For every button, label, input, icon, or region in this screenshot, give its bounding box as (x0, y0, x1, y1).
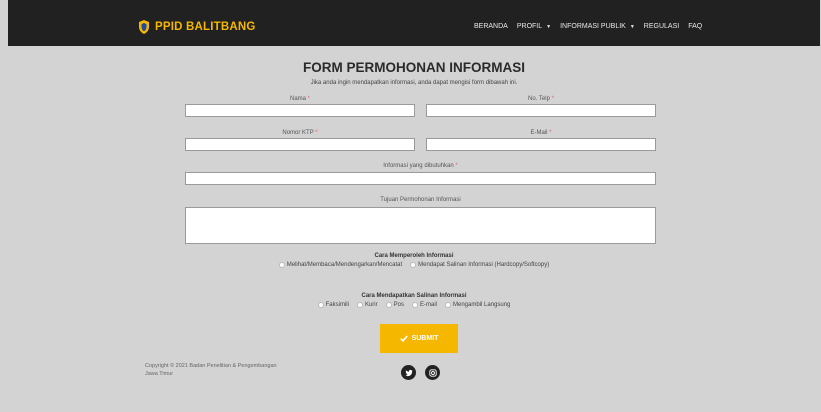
required-mark: * (549, 130, 552, 136)
nav-item-regulasi[interactable]: REGULASI (644, 23, 679, 30)
radio-label: Kurir (364, 302, 378, 308)
informasi-label: Informasi yang dibutuhkan * (185, 163, 656, 169)
nav-item-beranda[interactable]: BERANDA (474, 23, 508, 30)
label-text: Tujuan Permohonan Informasi (380, 197, 461, 203)
chevron-down-icon: ▼ (629, 23, 635, 30)
informasi-input[interactable] (185, 172, 656, 185)
radio-label: Faksimili (325, 302, 349, 308)
required-mark: * (307, 96, 311, 102)
nav-label: PROFIL (516, 23, 543, 30)
brand-name: PPID BALITBANG (155, 21, 256, 33)
nama-input[interactable] (185, 104, 415, 117)
form-subtitle: Jika anda ingin mendapatkan informasi, a… (310, 80, 518, 86)
email-label: E-Mail * (426, 130, 656, 136)
radio-option[interactable]: Melihat/Membaca/Mendengarkan/Mencatat (278, 262, 403, 268)
radio-label: Mendapat Salinan Informasi (Hardcopy/Sof… (418, 262, 550, 268)
nav-item-informasi-publik[interactable]: INFORMASI PUBLIK ▼ (560, 23, 635, 30)
radio-icon[interactable] (278, 262, 285, 268)
radio-label: E-mail (419, 302, 437, 308)
radio-option[interactable]: Mengambil Langsung (445, 302, 510, 308)
email-input[interactable] (426, 138, 656, 151)
radio-option[interactable]: E-mail (411, 302, 437, 308)
radio-option[interactable]: Mendapat Salinan Informasi (Hardcopy/Sof… (410, 262, 549, 268)
label-text: E-Mail (530, 130, 548, 136)
telp-label: No. Telp * (426, 96, 656, 102)
radio-option[interactable]: Kurir (356, 302, 378, 308)
radio-icon[interactable] (317, 302, 324, 308)
radio-icon[interactable] (385, 302, 392, 308)
label-text: No. Telp (528, 96, 550, 102)
twitter-icon[interactable] (401, 365, 416, 380)
instagram-glyph (428, 368, 437, 377)
cara-memperoleh-options: Melihat/Membaca/Mendengarkan/Mencatat Me… (8, 262, 820, 268)
radio-icon[interactable] (445, 302, 451, 308)
nama-label: Nama * (185, 96, 415, 102)
chevron-down-icon: ▼ (546, 23, 552, 30)
nav-label: BERANDA (474, 23, 508, 30)
copyright-line: Jawa Timur (145, 371, 174, 377)
required-mark: * (551, 96, 554, 102)
telp-input[interactable] (426, 104, 656, 117)
nav-item-faq[interactable]: FAQ (688, 23, 702, 30)
nav-label: FAQ (688, 23, 703, 30)
ktp-input[interactable] (185, 138, 415, 151)
cara-mendapatkan-title: Cara Mendapatkan Salinan Informasi (361, 293, 467, 299)
brand[interactable]: PPID BALITBANG (138, 20, 256, 34)
submit-label: SUBMIT (411, 335, 439, 342)
page-frame: PPID BALITBANG BERANDA PROFIL ▼ INFORMASI… (8, 0, 820, 412)
radio-icon[interactable] (411, 302, 418, 308)
form-title: FORM PERMOHONAN INFORMASI (303, 60, 525, 75)
twitter-glyph (404, 369, 413, 376)
cara-mendapatkan-options: Faksimili Kurir Pos E-mail Mengambil Lan… (8, 302, 820, 308)
required-mark: * (315, 130, 318, 136)
submit-button[interactable]: SUBMIT (380, 324, 458, 353)
navbar: PPID BALITBANG BERANDA PROFIL ▼ INFORMASI… (8, 0, 820, 46)
required-mark: * (455, 163, 458, 169)
label-text: Informasi yang dibutuhkan (383, 163, 454, 169)
tujuan-label: Tujuan Permohonan Informasi (185, 197, 656, 203)
radio-label: Mengambil Langsung (453, 302, 511, 308)
tujuan-textarea[interactable] (185, 207, 656, 244)
cara-memperoleh-title: Cara Memperoleh Informasi (374, 253, 454, 259)
radio-label: Pos (393, 302, 404, 308)
label-text: Nomor KTP (282, 130, 314, 136)
radio-option[interactable]: Faksimili (317, 302, 349, 308)
nav-label: REGULASI (643, 23, 680, 30)
radio-icon[interactable] (356, 302, 363, 308)
copyright: Copyright © 2021 Badan Penelitian & Peng… (145, 362, 325, 378)
instagram-icon[interactable] (425, 365, 440, 380)
label-text: Nama (289, 96, 306, 102)
logo-icon (139, 20, 149, 34)
ktp-label: Nomor KTP * (185, 130, 415, 136)
radio-option[interactable]: Pos (385, 302, 404, 308)
main-nav: BERANDA PROFIL ▼ INFORMASI PUBLIK ▼ REGULA… (474, 23, 711, 30)
check-icon (399, 335, 408, 342)
nav-item-profil[interactable]: PROFIL ▼ (517, 23, 551, 30)
nav-label: INFORMASI PUBLIK (560, 23, 626, 30)
copyright-line: Copyright © 2021 Badan Penelitian & Peng… (145, 363, 277, 369)
radio-label: Melihat/Membaca/Mendengarkan/Mencatat (286, 262, 403, 268)
radio-icon[interactable] (410, 262, 417, 268)
